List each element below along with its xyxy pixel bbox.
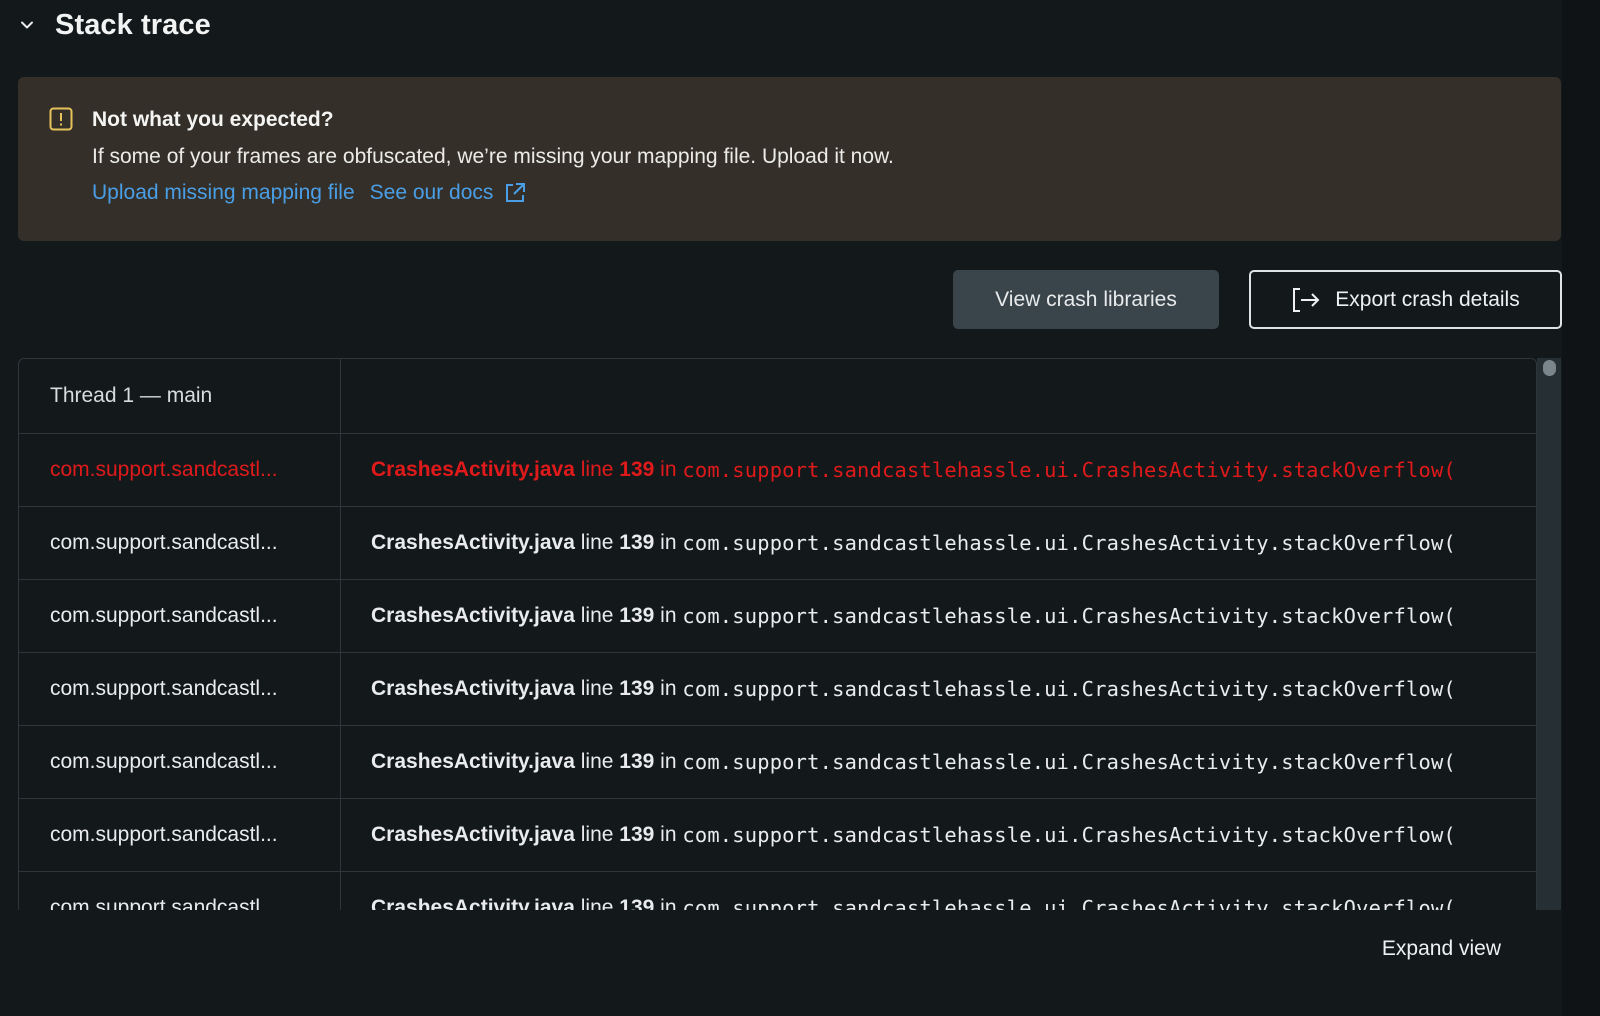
table-scrollbar[interactable] xyxy=(1537,358,1561,910)
frame-detail: CrashesActivity.java line 139 in com.sup… xyxy=(341,872,1536,910)
banner-title: Not what you expected? xyxy=(92,108,334,131)
frame-package: com.support.sandcastl... xyxy=(19,872,341,910)
frame-method: com.support.sandcastlehassle.ui.CrashesA… xyxy=(682,823,1456,847)
see-docs-link[interactable]: See our docs xyxy=(370,181,528,205)
section-header: Stack trace xyxy=(18,4,211,46)
line-number: 139 xyxy=(619,750,655,773)
frame-file: CrashesActivity.java xyxy=(371,677,575,700)
line-word: line xyxy=(580,604,614,627)
export-crash-details-label: Export crash details xyxy=(1335,287,1520,311)
see-docs-label: See our docs xyxy=(369,181,494,204)
line-number: 139 xyxy=(619,531,655,554)
frame-package: com.support.sandcastl... xyxy=(19,434,341,506)
frame-method: com.support.sandcastlehassle.ui.CrashesA… xyxy=(682,677,1456,701)
line-word: line xyxy=(580,531,614,554)
stack-frame-row[interactable]: com.support.sandcastl... CrashesActivity… xyxy=(19,433,1536,506)
export-icon xyxy=(1291,286,1321,314)
line-number: 139 xyxy=(619,823,655,846)
frame-file: CrashesActivity.java xyxy=(371,531,575,554)
frame-detail: CrashesActivity.java line 139 in com.sup… xyxy=(341,580,1536,652)
stack-frame-row[interactable]: com.support.sandcastl... CrashesActivity… xyxy=(19,579,1536,652)
stack-frame-row[interactable]: com.support.sandcastl... CrashesActivity… xyxy=(19,871,1536,910)
frame-method: com.support.sandcastlehassle.ui.CrashesA… xyxy=(682,604,1456,628)
line-number: 139 xyxy=(619,458,655,481)
page-edge xyxy=(1562,0,1600,1016)
frame-package: com.support.sandcastl... xyxy=(19,799,341,871)
external-link-icon xyxy=(503,181,527,205)
warning-icon xyxy=(49,107,73,131)
in-word: in xyxy=(660,896,677,910)
line-number: 139 xyxy=(619,896,655,910)
expand-view-button[interactable]: Expand view xyxy=(1382,937,1501,961)
line-word: line xyxy=(580,750,614,773)
stack-frame-row[interactable]: com.support.sandcastl... CrashesActivity… xyxy=(19,652,1536,725)
stack-frame-row[interactable]: com.support.sandcastl... CrashesActivity… xyxy=(19,725,1536,798)
frame-detail: CrashesActivity.java line 139 in com.sup… xyxy=(341,434,1536,506)
line-word: line xyxy=(580,458,614,481)
export-crash-details-button[interactable]: Export crash details xyxy=(1249,270,1562,329)
banner-links: Upload missing mapping file See our docs xyxy=(92,181,527,205)
stack-trace-toolbar: View crash libraries Export crash detail… xyxy=(953,270,1562,329)
thread-header-row: Thread 1 — main xyxy=(19,359,1536,433)
frame-package: com.support.sandcastl... xyxy=(19,580,341,652)
thread-name: Thread 1 — main xyxy=(19,359,341,433)
line-word: line xyxy=(580,896,614,910)
frame-file: CrashesActivity.java xyxy=(371,458,575,481)
frame-file: CrashesActivity.java xyxy=(371,750,575,773)
view-crash-libraries-button[interactable]: View crash libraries xyxy=(953,270,1219,329)
frame-method: com.support.sandcastlehassle.ui.CrashesA… xyxy=(682,750,1456,774)
in-word: in xyxy=(660,823,677,846)
frame-detail: CrashesActivity.java line 139 in com.sup… xyxy=(341,726,1536,798)
frame-method: com.support.sandcastlehassle.ui.CrashesA… xyxy=(682,458,1456,482)
stack-trace-table-viewport: Thread 1 — main com.support.sandcastl...… xyxy=(18,358,1561,910)
chevron-down-icon[interactable] xyxy=(18,16,36,34)
frame-file: CrashesActivity.java xyxy=(371,896,575,910)
in-word: in xyxy=(660,677,677,700)
frame-method: com.support.sandcastlehassle.ui.CrashesA… xyxy=(682,896,1456,910)
frame-package: com.support.sandcastl... xyxy=(19,726,341,798)
mapping-file-warning-banner: Not what you expected? If some of your f… xyxy=(18,77,1561,241)
in-word: in xyxy=(660,531,677,554)
upload-mapping-file-link[interactable]: Upload missing mapping file xyxy=(92,181,355,205)
frame-package: com.support.sandcastl... xyxy=(19,507,341,579)
section-title: Stack trace xyxy=(55,8,211,41)
line-number: 139 xyxy=(619,677,655,700)
in-word: in xyxy=(660,604,677,627)
banner-message: If some of your frames are obfuscated, w… xyxy=(92,145,894,168)
thread-header-empty xyxy=(341,359,1536,433)
frame-file: CrashesActivity.java xyxy=(371,604,575,627)
frame-detail: CrashesActivity.java line 139 in com.sup… xyxy=(341,799,1536,871)
stack-trace-table: Thread 1 — main com.support.sandcastl...… xyxy=(18,358,1537,910)
stack-frame-row[interactable]: com.support.sandcastl... CrashesActivity… xyxy=(19,798,1536,871)
frame-detail: CrashesActivity.java line 139 in com.sup… xyxy=(341,507,1536,579)
scrollbar-thumb[interactable] xyxy=(1543,360,1556,376)
stack-frame-row[interactable]: com.support.sandcastl... CrashesActivity… xyxy=(19,506,1536,579)
in-word: in xyxy=(660,750,677,773)
line-number: 139 xyxy=(619,604,655,627)
in-word: in xyxy=(660,458,677,481)
frame-detail: CrashesActivity.java line 139 in com.sup… xyxy=(341,653,1536,725)
frame-method: com.support.sandcastlehassle.ui.CrashesA… xyxy=(682,531,1456,555)
line-word: line xyxy=(580,677,614,700)
frame-file: CrashesActivity.java xyxy=(371,823,575,846)
line-word: line xyxy=(580,823,614,846)
frame-package: com.support.sandcastl... xyxy=(19,653,341,725)
